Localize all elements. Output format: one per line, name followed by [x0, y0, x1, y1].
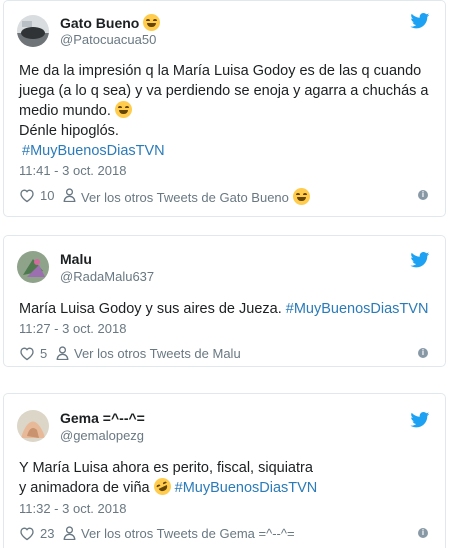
- heart-icon[interactable]: [19, 346, 35, 361]
- twitter-bird-icon[interactable]: [410, 412, 430, 428]
- tweet-actions: 5 Ver los otros Tweets de Malu i: [19, 345, 430, 363]
- twitter-bird-icon[interactable]: [410, 13, 430, 29]
- user-name[interactable]: Gema =^--^=: [60, 410, 145, 426]
- info-icon[interactable]: i: [418, 528, 428, 538]
- person-icon: [63, 188, 76, 202]
- avatar[interactable]: [17, 15, 49, 47]
- like-count: 10: [40, 188, 55, 203]
- user-name[interactable]: Malu: [60, 251, 92, 267]
- tweet-text: María Luisa Godoy y sus aires de Jueza. …: [19, 301, 429, 317]
- hashtag-link[interactable]: #MuyBuenosDiasTVN: [19, 143, 165, 159]
- tweet-actions: 10 Ver los otros Tweets de Gato Bueno i: [19, 187, 430, 205]
- user-handle[interactable]: @RadaMalu637: [60, 269, 154, 284]
- tweet-text: Y María Luisa ahora es perito, fiscal, s…: [19, 460, 318, 498]
- hashtag-link[interactable]: #MuyBuenosDiasTVN: [175, 480, 318, 496]
- person-icon: [56, 346, 69, 360]
- tweet-timestamp[interactable]: 11:32 - 3 oct. 2018: [19, 501, 126, 516]
- tweet-card: Gato Bueno @Patocuacua50 Me da la impres…: [3, 0, 446, 217]
- tweet-card: Gema =^--^= @gemalopezg Y María Luisa ah…: [3, 393, 446, 548]
- user-handle[interactable]: @Patocuacua50: [60, 32, 156, 47]
- info-icon[interactable]: i: [418, 348, 428, 358]
- heart-icon[interactable]: [19, 526, 35, 541]
- grinning-face-emoji: [114, 101, 132, 118]
- other-tweets-link[interactable]: Ver los otros Tweets de Gato Bueno: [81, 188, 310, 205]
- avatar[interactable]: [17, 251, 49, 283]
- tweet-card: Malu @RadaMalu637 María Luisa Godoy y su…: [3, 235, 446, 367]
- grinning-face-emoji: [292, 188, 310, 205]
- grinning-face-emoji: [143, 14, 161, 31]
- twitter-bird-icon[interactable]: [410, 252, 430, 268]
- other-tweets-link[interactable]: Ver los otros Tweets de Malu: [74, 346, 241, 361]
- tweet-actions: 23 Ver los otros Tweets de Gema =^--^= i: [19, 525, 430, 543]
- info-icon[interactable]: i: [418, 190, 428, 200]
- avatar[interactable]: [17, 410, 49, 442]
- tweet-text: Me da la impresión q la María Luisa Godo…: [19, 63, 429, 159]
- other-tweets-link[interactable]: Ver los otros Tweets de Gema =^--^=: [81, 526, 295, 541]
- user-name[interactable]: Gato Bueno: [60, 14, 161, 31]
- heart-icon[interactable]: [19, 188, 35, 203]
- tweet-timestamp[interactable]: 11:27 - 3 oct. 2018: [19, 321, 126, 336]
- hashtag-link[interactable]: #MuyBuenosDiasTVN: [286, 301, 429, 317]
- tweet-timestamp[interactable]: 11:41 - 3 oct. 2018: [19, 163, 126, 178]
- user-handle[interactable]: @gemalopezg: [60, 428, 144, 443]
- like-count: 5: [40, 346, 48, 361]
- person-icon: [63, 526, 76, 540]
- like-count: 23: [40, 526, 55, 541]
- rolling-laughing-emoji: [150, 475, 174, 498]
